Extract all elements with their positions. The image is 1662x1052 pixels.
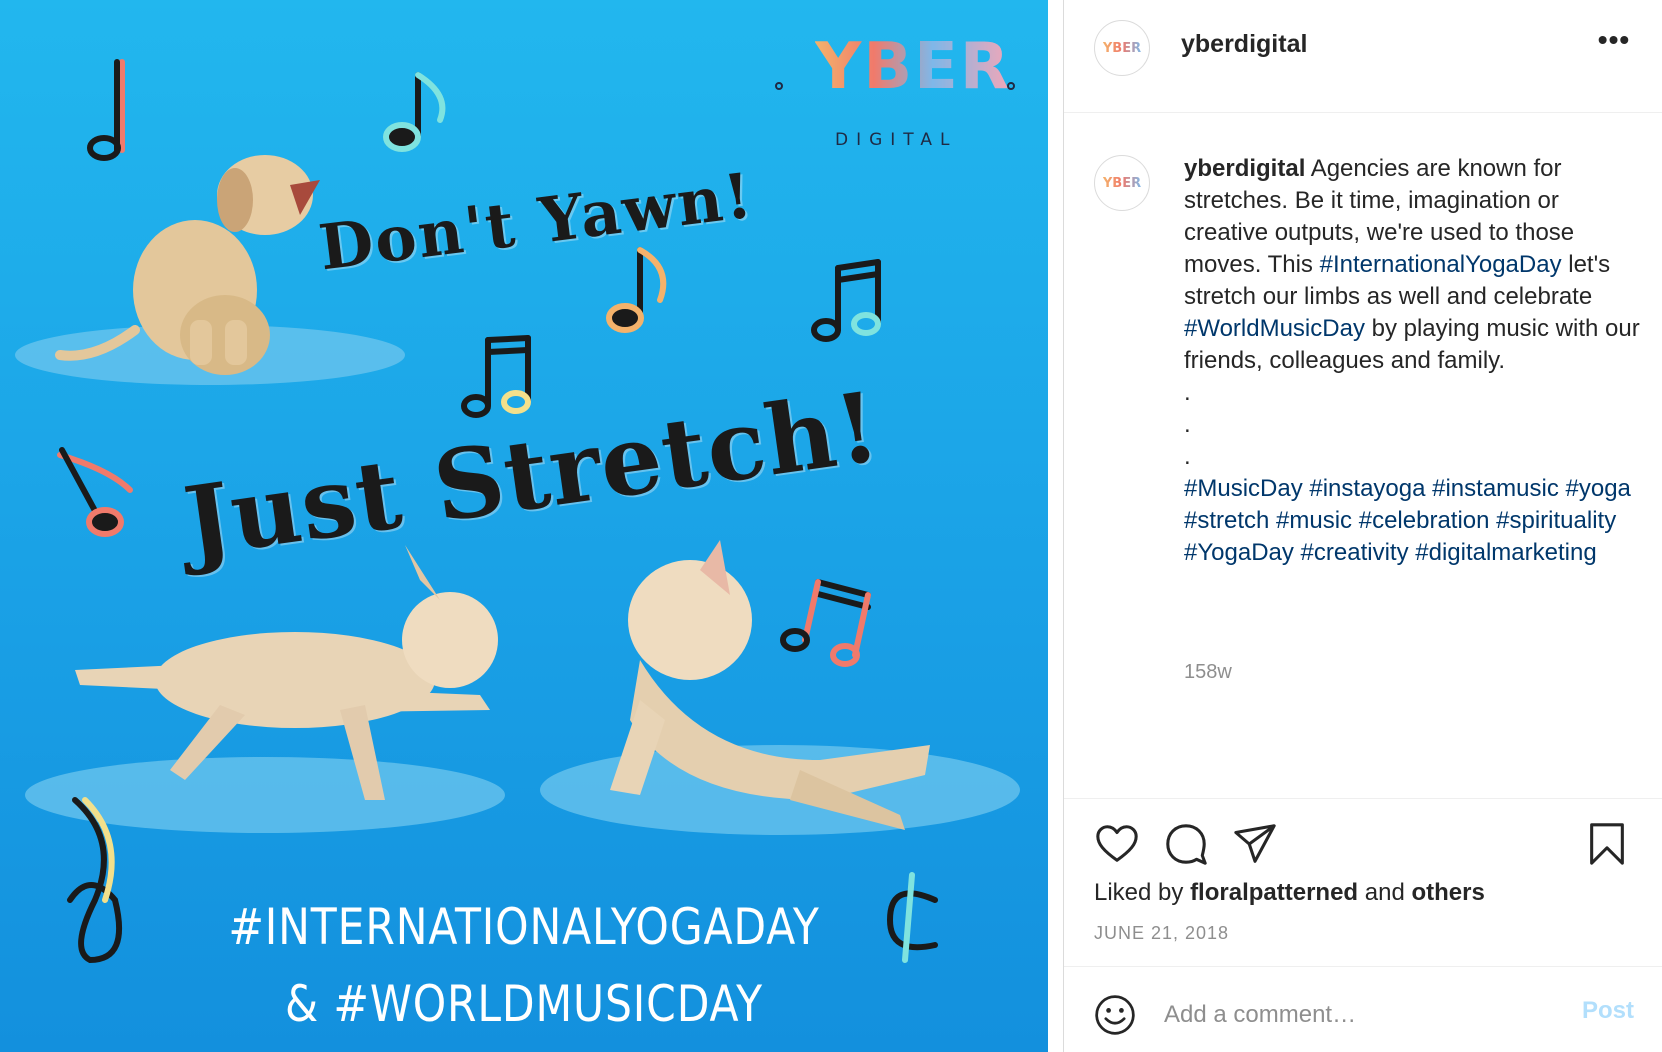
likes-middle: and bbox=[1358, 879, 1412, 906]
yber-digital-logo: YBER DIGITAL bbox=[775, 30, 1025, 150]
header-username[interactable]: yberdigital bbox=[1181, 30, 1307, 59]
avatar[interactable]: YBER bbox=[1094, 20, 1150, 76]
beamed-notes-icon bbox=[780, 579, 871, 667]
eighth-note-icon bbox=[606, 247, 667, 333]
post-side-panel: YBER yberdigital ••• YBER yberdigital Ag… bbox=[1063, 0, 1662, 1052]
post-image[interactable]: YBER DIGITAL Don't Yawn! Just Stretch! #… bbox=[0, 0, 1048, 1052]
hashtag-list[interactable]: #MusicDay #instayoga #instamusic #yoga #… bbox=[1184, 475, 1631, 566]
quarter-note-icon bbox=[87, 59, 125, 161]
post-age[interactable]: 158w bbox=[1184, 661, 1232, 684]
beamed-notes-icon bbox=[461, 335, 531, 418]
caption-dot: . bbox=[1184, 443, 1191, 470]
likes-prefix: Liked by bbox=[1094, 879, 1191, 906]
eighth-note-icon bbox=[57, 447, 133, 537]
post-comment-button[interactable]: Post bbox=[1582, 997, 1634, 1025]
actions-section: Liked by floralpatterned and others JUNE… bbox=[1064, 798, 1662, 966]
image-hashtag-line-1: #INTERNATIONALYOGADAY bbox=[228, 898, 820, 956]
liked-by-user-link[interactable]: floralpatterned bbox=[1190, 879, 1358, 906]
add-comment-section: Post bbox=[1064, 966, 1662, 1052]
logo-dot bbox=[775, 82, 783, 90]
hashtag-link[interactable]: #InternationalYogaDay bbox=[1320, 251, 1562, 278]
post-header: YBER yberdigital ••• bbox=[1064, 0, 1662, 113]
comment-icon[interactable] bbox=[1163, 821, 1209, 867]
caption-dot: . bbox=[1184, 411, 1191, 438]
more-options-icon[interactable]: ••• bbox=[1594, 26, 1634, 60]
logo-dot bbox=[1007, 82, 1015, 90]
likes-summary: Liked by floralpatterned and others bbox=[1094, 879, 1485, 907]
caption-dot: . bbox=[1184, 379, 1191, 406]
emoji-icon[interactable] bbox=[1093, 993, 1137, 1037]
likes-others-link[interactable]: others bbox=[1411, 879, 1484, 906]
image-hashtag-line-2: & #WORLDMUSICDAY bbox=[285, 975, 763, 1033]
avatar-logo: YBER bbox=[1102, 175, 1142, 191]
caption-text: yberdigital Agencies are known for stret… bbox=[1184, 153, 1644, 569]
caption-section: YBER yberdigital Agencies are known for … bbox=[1064, 113, 1662, 798]
logo-wordmark: YBER bbox=[815, 30, 1012, 104]
comment-input[interactable] bbox=[1164, 997, 1544, 1033]
heart-icon[interactable] bbox=[1094, 821, 1140, 867]
beamed-notes-icon bbox=[811, 259, 881, 342]
send-icon[interactable] bbox=[1232, 821, 1278, 867]
caption-avatar[interactable]: YBER bbox=[1094, 155, 1150, 211]
platform-ellipse bbox=[25, 757, 505, 833]
hashtag-link[interactable]: #WorldMusicDay bbox=[1184, 315, 1365, 342]
post-date[interactable]: JUNE 21, 2018 bbox=[1094, 923, 1229, 944]
logo-subtitle: DIGITAL bbox=[835, 130, 958, 150]
caption-username[interactable]: yberdigital bbox=[1184, 155, 1305, 182]
avatar-logo: YBER bbox=[1102, 40, 1142, 56]
eighth-note-icon bbox=[383, 72, 446, 152]
bookmark-icon[interactable] bbox=[1584, 821, 1630, 867]
